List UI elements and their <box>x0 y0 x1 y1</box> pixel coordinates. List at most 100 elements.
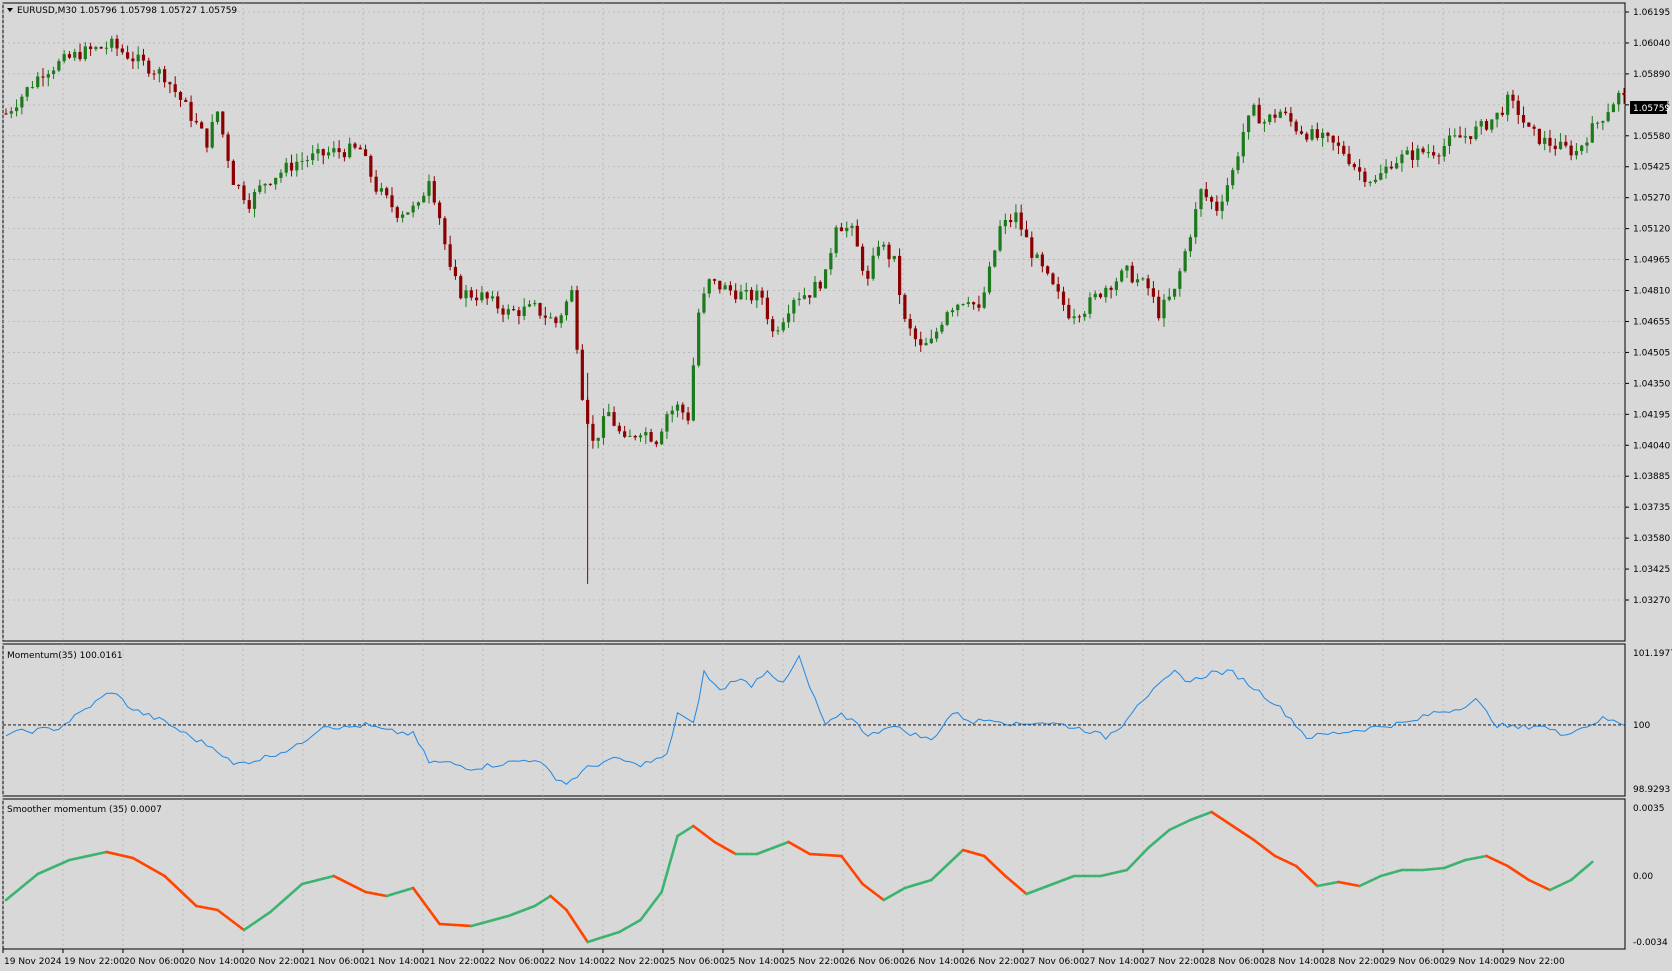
smoother-label: Smoother momentum (35) 0.0007 <box>7 805 162 815</box>
candle-body <box>1537 128 1541 144</box>
candle-body <box>184 99 188 102</box>
candle-body <box>1067 304 1071 319</box>
candle-body <box>580 349 584 400</box>
candle-body <box>1246 115 1251 133</box>
candle-body <box>490 296 495 299</box>
candle-body <box>496 296 500 309</box>
candle-body <box>1299 131 1304 134</box>
candle-body <box>665 414 669 432</box>
candle-body <box>935 331 939 339</box>
candle-body <box>1130 265 1134 283</box>
candle-body <box>961 304 965 306</box>
candle-body <box>1585 142 1589 146</box>
candle-body <box>432 181 436 203</box>
candle-body <box>871 255 875 279</box>
x-tick-label: 19 Nov 2024 <box>4 957 62 967</box>
candle-body <box>660 431 664 445</box>
candle-body <box>1611 104 1616 113</box>
candle-body <box>1252 104 1256 116</box>
candle-body <box>601 416 606 438</box>
candle-body <box>781 322 785 331</box>
candle-body <box>30 87 35 89</box>
price-y-tick-label: 1.04040 <box>1633 441 1670 451</box>
candle-body <box>221 111 225 135</box>
candle-body <box>178 92 183 100</box>
candle-body <box>765 297 770 320</box>
candle-body <box>527 304 532 307</box>
candle-body <box>1146 278 1150 289</box>
price-y-tick-label: 1.05120 <box>1633 225 1670 235</box>
candle-body <box>41 76 45 78</box>
candle-body <box>20 96 24 108</box>
trading-chart: 1.061951.060401.058901.057351.055801.054… <box>0 0 1672 971</box>
candle-body <box>1569 145 1573 156</box>
candle-body <box>866 270 870 279</box>
candle-body <box>374 176 378 192</box>
candle-body <box>268 183 272 185</box>
candle-body <box>887 244 891 260</box>
candle-body <box>533 303 537 305</box>
candle-body <box>1379 173 1383 180</box>
candle-body <box>538 303 542 316</box>
candle-body <box>1083 313 1087 317</box>
x-tick-label: 21 Nov 06:00 <box>304 957 365 967</box>
price-y-tick-label: 1.04810 <box>1633 287 1670 297</box>
candle-body <box>501 308 505 315</box>
candle-body <box>1321 132 1325 138</box>
candle-body <box>1009 220 1013 223</box>
candle-body <box>363 149 368 156</box>
x-tick-label: 20 Nov 06:00 <box>124 957 185 967</box>
candle-body <box>1231 170 1235 186</box>
candle-body <box>876 246 881 256</box>
candle-body <box>1495 112 1499 120</box>
candle-body <box>744 289 748 292</box>
candle-body <box>46 74 50 78</box>
candle-body <box>903 295 907 319</box>
candle-body <box>892 255 896 260</box>
candle-body <box>1215 201 1219 211</box>
candle-body <box>549 317 553 319</box>
candle-body <box>115 38 119 49</box>
candle-body <box>459 276 463 299</box>
candle-body <box>1548 137 1552 146</box>
candle-body <box>25 87 29 97</box>
candle-body <box>1580 145 1584 152</box>
candle-body <box>189 101 193 121</box>
x-tick-label: 21 Nov 22:00 <box>424 957 485 967</box>
candle-body <box>670 410 674 415</box>
last-price-value: 1.05759 <box>1633 104 1670 114</box>
candle-body <box>654 441 658 445</box>
candle-body <box>1447 135 1452 146</box>
price-y-tick-label: 1.05580 <box>1633 132 1670 142</box>
momentum-y-tick-label: 100 <box>1633 721 1650 731</box>
x-tick-label: 22 Nov 14:00 <box>544 957 605 967</box>
candle-body <box>564 301 569 316</box>
candle-body <box>99 47 103 49</box>
candle-body <box>945 312 949 325</box>
candle-body <box>1077 316 1081 318</box>
candle-body <box>1521 114 1526 123</box>
candle-body <box>411 205 415 213</box>
candle-body <box>51 70 56 75</box>
candle-body <box>4 113 8 115</box>
candle-body <box>1432 152 1436 156</box>
candle-body <box>321 149 325 156</box>
candle-body <box>728 285 732 291</box>
candle-body <box>633 435 637 438</box>
candle-body <box>707 279 711 294</box>
candle-body <box>126 52 130 59</box>
candle-body <box>913 328 918 340</box>
candle-body <box>1352 164 1356 168</box>
candle-body <box>385 188 389 196</box>
candle-body <box>1172 288 1177 297</box>
candle-body <box>522 306 526 316</box>
candle-body <box>649 432 653 442</box>
candle-body <box>157 69 161 74</box>
price-y-tick-label: 1.04655 <box>1633 317 1670 327</box>
candle-body <box>845 227 849 232</box>
x-tick-label: 20 Nov 14:00 <box>184 957 245 967</box>
candle-body <box>1194 209 1198 238</box>
x-tick-label: 29 Nov 06:00 <box>1384 957 1445 967</box>
candle-body <box>453 266 458 277</box>
candle-body <box>607 412 611 417</box>
